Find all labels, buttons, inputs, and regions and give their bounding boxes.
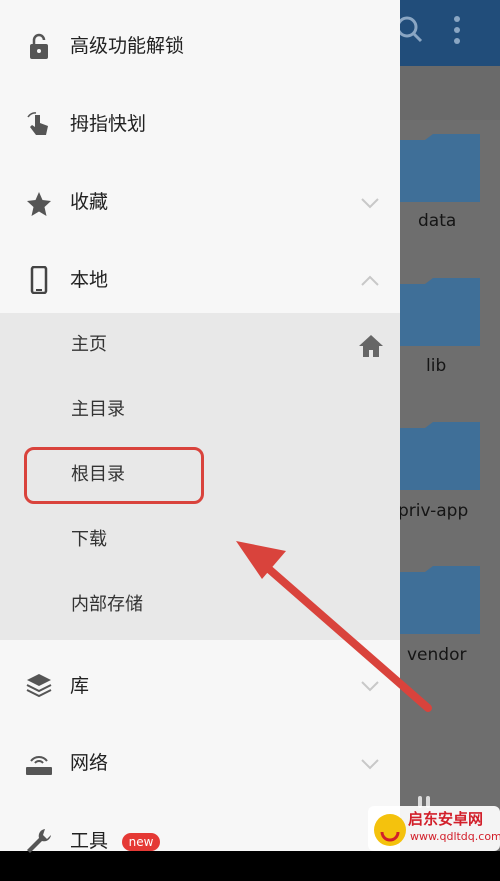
chevron-down-icon[interactable] — [360, 758, 380, 770]
folder-label: data — [418, 211, 457, 231]
lock-open-icon — [30, 33, 48, 59]
drawer-item-premium-unlock[interactable]: 高级功能解锁 — [0, 8, 400, 86]
layers-icon — [26, 674, 52, 698]
folder-label: lib — [426, 356, 447, 376]
drawer-item-thumb-swipe[interactable]: 拇指快划 — [0, 86, 400, 164]
chevron-down-icon[interactable] — [360, 680, 380, 692]
drawer-item-label: 拇指快划 — [70, 113, 147, 135]
submenu-item-label: 下载 — [71, 529, 107, 550]
drawer-item-tools[interactable]: 工具 — [0, 803, 400, 881]
drawer-item-library[interactable]: 库 — [0, 647, 400, 725]
drawer-item-network[interactable]: 网络 — [0, 725, 400, 803]
chevron-down-icon[interactable] — [360, 197, 380, 209]
submenu-item-label: 主页 — [71, 334, 107, 355]
swipe-hand-icon — [27, 112, 48, 135]
drawer-item-label: 网络 — [70, 752, 109, 774]
watermark-text: 启东安卓网 — [408, 810, 484, 828]
drawer-item-label: 收藏 — [70, 191, 109, 213]
drawer-item-favorites[interactable]: 收藏 — [0, 164, 400, 242]
submenu-item-internal-storage[interactable]: 内部存储 — [0, 573, 400, 638]
navigation-drawer: 高级功能解锁 拇指快划 收藏 本地 主页 主目录 根目录 下载 内部存储 库 网… — [0, 0, 400, 853]
drawer-item-label: 本地 — [70, 269, 109, 291]
new-badge: new — [122, 833, 160, 851]
folder-icon[interactable] — [395, 134, 480, 202]
router-icon — [26, 756, 52, 775]
star-icon — [27, 192, 51, 216]
phone-icon — [30, 266, 48, 294]
drawer-item-local[interactable]: 本地 — [0, 242, 400, 320]
watermark-url: www.qdltdq.com — [410, 830, 500, 843]
submenu-item-downloads[interactable]: 下载 — [0, 508, 400, 573]
folder-label: priv-app — [398, 501, 469, 521]
folder-label: vendor — [407, 645, 467, 665]
submenu-item-label: 主目录 — [71, 399, 125, 420]
drawer-item-label: 库 — [70, 675, 90, 697]
submenu-item-home[interactable]: 主页 — [0, 313, 400, 378]
drawer-item-label: 高级功能解锁 — [70, 35, 185, 57]
chevron-up-icon[interactable] — [360, 275, 380, 287]
home-icon[interactable] — [358, 334, 384, 358]
submenu-item-label: 内部存储 — [71, 594, 143, 615]
highlight-box — [24, 447, 204, 504]
drawer-item-label: 工具 — [70, 830, 109, 852]
more-vert-icon[interactable] — [450, 14, 464, 46]
submenu-item-home-directory[interactable]: 主目录 — [0, 378, 400, 443]
folder-icon[interactable] — [395, 566, 480, 634]
folder-icon[interactable] — [395, 278, 480, 346]
folder-icon[interactable] — [395, 422, 480, 490]
